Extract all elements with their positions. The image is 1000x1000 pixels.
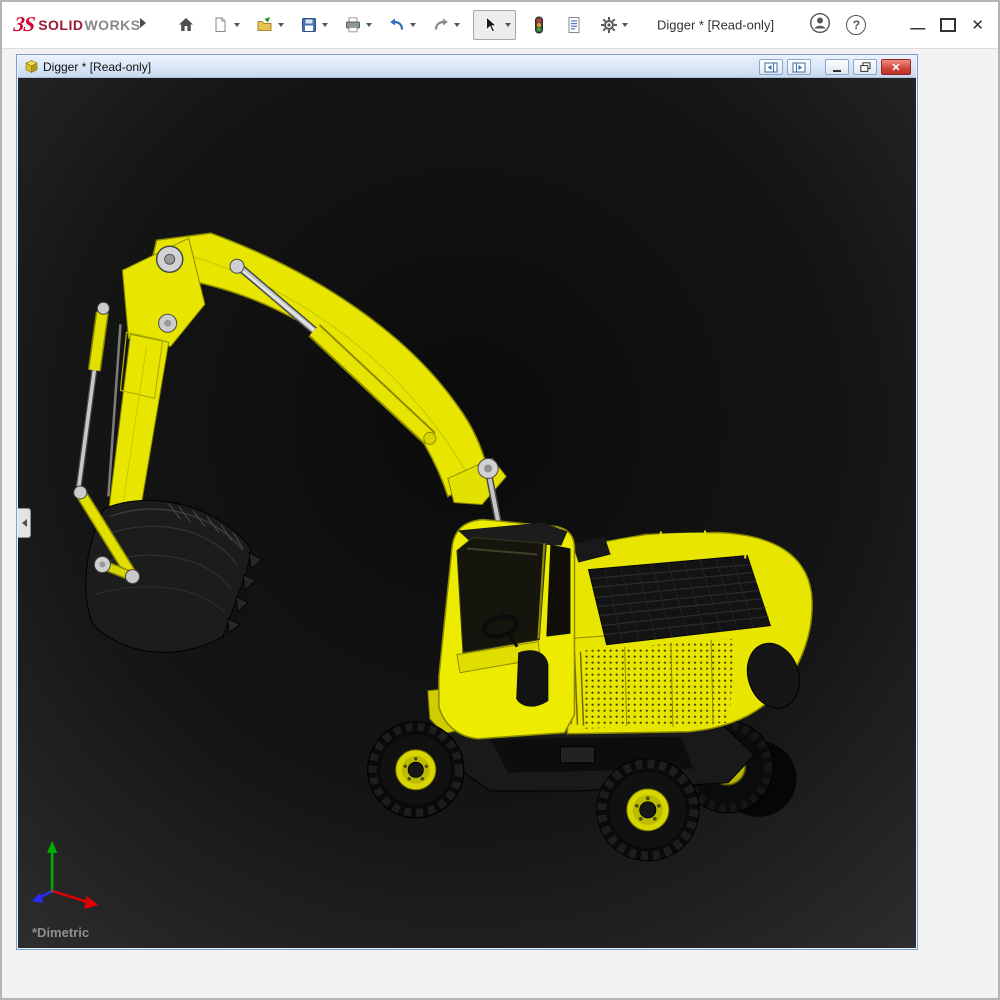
save-icon: [299, 15, 319, 35]
redo-icon: [431, 15, 451, 35]
operator-cab[interactable]: [439, 520, 575, 739]
redo-button[interactable]: [429, 13, 462, 37]
screen: 3S SOLID WORKS: [0, 0, 1000, 1000]
app-window-controls: ? — ✕: [809, 2, 984, 48]
app-close-button[interactable]: ✕: [971, 16, 984, 34]
menu-expand-icon[interactable]: [140, 18, 146, 28]
view-orientation-label: *Dimetric: [32, 925, 89, 940]
app-minimize-button[interactable]: —: [910, 16, 925, 34]
new-document-button[interactable]: [209, 13, 242, 37]
file-properties-icon: [564, 15, 584, 35]
document-close-button[interactable]: ✕: [881, 59, 911, 75]
graphics-viewport[interactable]: *Dimetric: [18, 78, 916, 948]
redo-dropdown-icon[interactable]: [454, 23, 460, 27]
rebuild-button[interactable]: [527, 13, 551, 37]
app-title-bar: 3S SOLID WORKS: [2, 2, 998, 49]
options-button[interactable]: [597, 13, 630, 37]
document-window: Digger * [Read-only]: [16, 54, 918, 950]
open-icon: [255, 15, 275, 35]
display-pane-left-toggle-button[interactable]: [759, 59, 783, 75]
pane-left-icon: [764, 62, 778, 73]
standard-toolbar: [174, 2, 630, 48]
orientation-triad[interactable]: [32, 841, 98, 909]
app-title: Digger * [Read-only]: [657, 18, 774, 33]
front-right-wheel[interactable]: [597, 759, 699, 861]
brand-solid-text: SOLID: [38, 17, 83, 33]
display-pane-right-toggle-button[interactable]: [787, 59, 811, 75]
part-document-icon: [24, 59, 39, 74]
excavator-body[interactable]: [567, 531, 812, 734]
minimize-bar-icon: [833, 70, 841, 72]
solidworks-logo: 3S SOLID WORKS: [14, 12, 141, 37]
restore-icon: [860, 62, 871, 72]
front-left-wheel[interactable]: [368, 722, 464, 818]
gear-icon: [599, 15, 619, 35]
document-restore-button[interactable]: [853, 59, 877, 75]
print-button[interactable]: [341, 13, 374, 37]
new-document-icon: [211, 15, 231, 35]
document-title: Digger * [Read-only]: [43, 60, 151, 74]
undo-dropdown-icon[interactable]: [410, 23, 416, 27]
user-account-button[interactable]: [809, 12, 831, 39]
open-button[interactable]: [253, 13, 286, 37]
select-tool-group: [473, 10, 516, 40]
print-icon: [343, 15, 363, 35]
document-titlebar[interactable]: Digger * [Read-only]: [18, 56, 916, 78]
new-document-dropdown-icon[interactable]: [234, 23, 240, 27]
home-button[interactable]: [174, 13, 198, 37]
excavator-canvas[interactable]: [18, 78, 916, 948]
rebuild-traffic-light-icon: [529, 15, 549, 35]
featuremanager-collapse-tab[interactable]: [18, 508, 31, 538]
print-dropdown-icon[interactable]: [366, 23, 372, 27]
document-minimize-button[interactable]: [825, 59, 849, 75]
user-icon: [809, 12, 831, 34]
app-maximize-button[interactable]: [940, 18, 956, 32]
undo-button[interactable]: [385, 13, 418, 37]
help-button[interactable]: ?: [846, 15, 866, 35]
select-cursor-icon: [480, 15, 500, 35]
pane-right-icon: [792, 62, 806, 73]
file-properties-button[interactable]: [562, 13, 586, 37]
3ds-logo-icon: 3S: [12, 12, 36, 37]
undo-icon: [387, 15, 407, 35]
select-tool-dropdown-icon[interactable]: [505, 23, 511, 27]
bucket[interactable]: [86, 500, 262, 652]
collapse-arrow-icon: [22, 519, 27, 527]
brand-works-text: WORKS: [84, 17, 140, 33]
select-tool-button[interactable]: [478, 13, 502, 37]
document-window-controls: ✕: [759, 59, 911, 75]
save-dropdown-icon[interactable]: [322, 23, 328, 27]
home-icon: [176, 15, 196, 35]
save-button[interactable]: [297, 13, 330, 37]
options-dropdown-icon[interactable]: [622, 23, 628, 27]
open-dropdown-icon[interactable]: [278, 23, 284, 27]
